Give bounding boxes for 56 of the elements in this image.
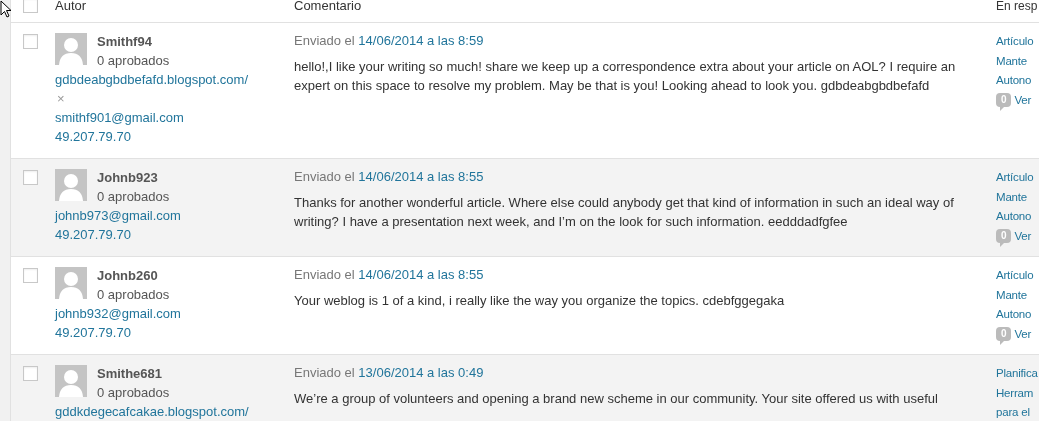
post-link[interactable]: Artículo bbox=[996, 266, 1034, 286]
author-link[interactable]: johnb932@gmail.com bbox=[55, 304, 181, 323]
avatar-icon bbox=[55, 169, 87, 201]
select-all-checkbox[interactable] bbox=[23, 0, 38, 13]
comment-date-link[interactable]: 14/06/2014 a las 8:59 bbox=[358, 33, 484, 48]
post-link[interactable]: Artículo bbox=[996, 168, 1034, 188]
author-link[interactable]: johnb973@gmail.com bbox=[55, 206, 181, 225]
author-link[interactable]: 49.207.79.70 bbox=[55, 127, 131, 146]
post-link[interactable]: Herram bbox=[996, 383, 1034, 403]
comment-text: We’re a group of volunteers and opening a brand new scheme in our community. Your site offered us with useful bbox=[294, 390, 939, 408]
author-name: Smithe681 bbox=[97, 365, 163, 383]
sent-label: Enviado el bbox=[294, 169, 355, 184]
sent-label: Enviado el bbox=[294, 33, 355, 48]
author-link[interactable]: smithf901@gmail.com bbox=[55, 108, 184, 127]
post-link[interactable]: Autono bbox=[996, 207, 1032, 227]
view-link[interactable]: Ver bbox=[1014, 226, 1032, 246]
sent-label: Enviado el bbox=[294, 267, 355, 282]
post-link[interactable]: Mante bbox=[996, 51, 1027, 71]
post-link[interactable]: Autono bbox=[996, 305, 1032, 325]
avatar-icon bbox=[55, 365, 87, 397]
comment-text: hello!,I like your writing so much! share we keep up a correspondence extra about your article on AOL? I require an expert on this space to resolve my problem. May be that is you! Looking ahead to look you. gdbdeabgbdbefafd bbox=[294, 58, 957, 95]
avatar-icon bbox=[55, 33, 87, 65]
comment-text: Your weblog is 1 of a kind, i really like the way you organize the topics. cdebfggegaka bbox=[294, 292, 786, 310]
author-link[interactable]: 49.207.79.70 bbox=[55, 323, 131, 342]
author-link[interactable]: gdbdeabgbdbefafd.blogspot.com/ bbox=[55, 70, 248, 89]
column-header[interactable]: Autor bbox=[55, 0, 87, 13]
post-link[interactable]: Mante bbox=[996, 187, 1027, 207]
row-checkbox[interactable] bbox=[23, 268, 38, 283]
row-checkbox[interactable] bbox=[23, 170, 38, 185]
post-link[interactable]: para el bbox=[996, 403, 1030, 421]
view-link[interactable]: Ver bbox=[1014, 90, 1032, 110]
comment-date-link[interactable]: 13/06/2014 a las 0:49 bbox=[358, 365, 484, 380]
comment-date-link[interactable]: 14/06/2014 a las 8:55 bbox=[358, 267, 484, 282]
approved-count: 0 aprobados bbox=[97, 384, 170, 402]
approved-count: 0 aprobados bbox=[97, 188, 170, 206]
author-link[interactable]: gddkdegecafcakae.blogspot.com/ bbox=[55, 402, 249, 421]
column-header[interactable]: Comentario bbox=[294, 0, 362, 13]
post-link[interactable]: Autono bbox=[996, 71, 1032, 91]
post-link[interactable]: Planifica bbox=[996, 364, 1038, 384]
row-checkbox[interactable] bbox=[23, 34, 38, 49]
approved-count: 0 aprobados bbox=[97, 286, 170, 304]
remove-mark[interactable]: × bbox=[55, 89, 65, 108]
sent-label: Enviado el bbox=[294, 365, 355, 380]
comment-text: Thanks for another wonderful article. Where else could anybody get that kind of information in such an ideal way of writing? I have a presentation next week, and I’m on the look for such information. eedddadfgfee bbox=[294, 194, 955, 231]
avatar-icon bbox=[55, 267, 87, 299]
column-header[interactable]: En resp bbox=[996, 0, 1038, 13]
row-checkbox[interactable] bbox=[23, 366, 38, 381]
view-link[interactable]: Ver bbox=[1014, 324, 1032, 344]
post-link[interactable]: Mante bbox=[996, 285, 1027, 305]
author-name: Johnb260 bbox=[97, 267, 158, 285]
author-name: Smithf94 bbox=[97, 33, 152, 51]
post-link[interactable]: Artículo bbox=[996, 32, 1034, 52]
approved-count: 0 aprobados bbox=[97, 52, 170, 70]
comment-date-link[interactable]: 14/06/2014 a las 8:55 bbox=[358, 169, 484, 184]
author-name: Johnb923 bbox=[97, 169, 158, 187]
author-link[interactable]: 49.207.79.70 bbox=[55, 225, 131, 244]
